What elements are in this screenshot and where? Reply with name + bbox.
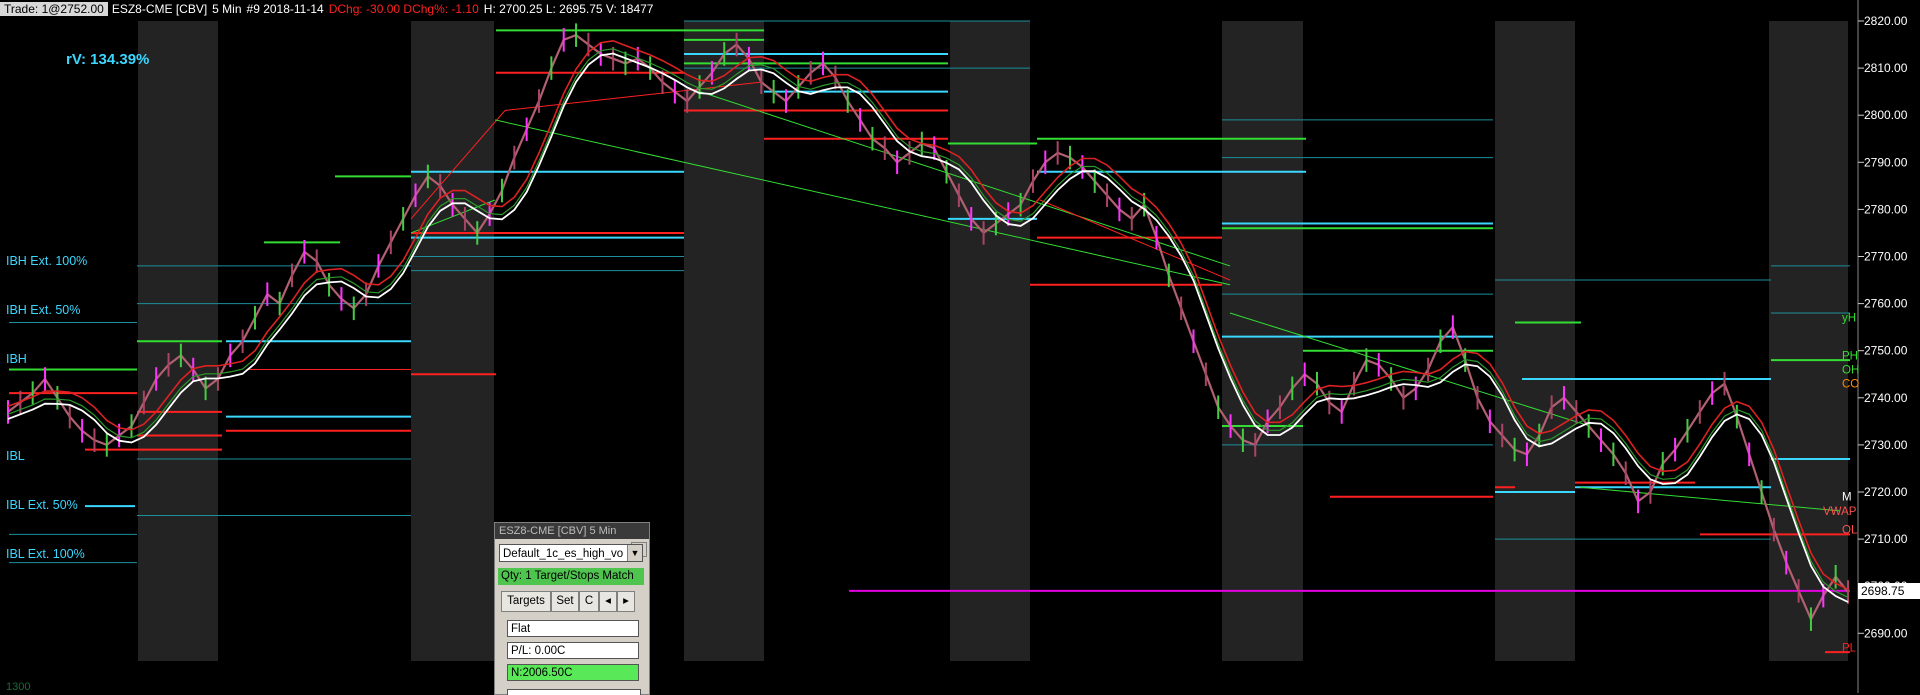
price-tick-label: 2790.00 <box>1864 155 1908 169</box>
price-tick-label: 2730.00 <box>1864 438 1908 452</box>
ibh-ext-50-label: IBH Ext. 50% <box>6 303 81 317</box>
position-field: Flat <box>507 620 639 637</box>
marker-m: M <box>1842 492 1852 504</box>
trade-window-title[interactable]: ESZ8-CME [CBV] 5 Min <box>495 523 649 539</box>
marker-vwap: VWAP <box>1823 506 1857 518</box>
price-tick-label: 2780.00 <box>1864 202 1908 216</box>
price-tick-label: 2710.00 <box>1864 532 1908 546</box>
tab-c[interactable]: C <box>579 591 599 612</box>
session-band <box>1222 21 1303 661</box>
symbol-label: ESZ8-CME [CBV] <box>111 2 208 16</box>
marker-ph: PH <box>1842 350 1858 362</box>
trade-profile-value: Default_1c_es_high_vo <box>503 548 624 560</box>
tab-scroll-right-icon[interactable]: ▸ <box>617 591 635 612</box>
price-tick-label: 2750.00 <box>1864 344 1908 358</box>
chevron-down-icon[interactable]: ▼ <box>627 545 642 561</box>
marker-yh: yH <box>1842 313 1856 325</box>
marker-oh: OH <box>1842 365 1859 377</box>
trend-line <box>1039 199 1231 281</box>
session-band <box>950 21 1030 661</box>
tab-scroll-left-icon[interactable]: ◂ <box>599 591 617 612</box>
chart-header: Trade: 1@2752.00 ESZ8-CME [CBV] 5 Min #9 20… <box>0 0 658 18</box>
price-tick-label: 2770.00 <box>1864 250 1908 264</box>
price-tick-label: 2820.00 <box>1864 14 1908 28</box>
tab-targets[interactable]: Targets <box>501 591 551 612</box>
ibl-ext-50-label: IBL Ext. 50% <box>6 498 78 512</box>
ibl-ext-100-label: IBL Ext. 100% <box>6 547 85 561</box>
marker-pl: PL <box>1842 642 1857 654</box>
price-tick-label: 2740.00 <box>1864 391 1908 405</box>
marker-co: CO <box>1842 379 1859 391</box>
price-tick-label: 2810.00 <box>1864 61 1908 75</box>
session-band <box>1495 21 1575 661</box>
interval-label: 5 Min <box>212 2 242 16</box>
trade-window[interactable]: ESZ8-CME [CBV] 5 Min ✕ Default_1c_es_hig… <box>494 522 650 695</box>
daily-change: DChg: -30.00 DChg%: -1.10 <box>328 2 479 16</box>
session-band <box>1769 21 1848 661</box>
trade-profile-select[interactable]: Default_1c_es_high_vo ▼ <box>499 544 643 562</box>
bottom-left-label: 1300 <box>6 681 31 693</box>
current-price-tag: 2698.75 <box>1858 583 1920 599</box>
price-tick-label: 2720.00 <box>1864 485 1908 499</box>
ibh-ext-100-label: IBH Ext. 100% <box>6 254 88 268</box>
price-chart[interactable]: 2820.00 2810.00 2800.00 2790.00 2780.00 2770.… <box>0 0 1920 693</box>
relative-volume-label: rV: 134.39% <box>66 51 150 68</box>
session-band <box>411 21 494 661</box>
trade-window-extra-field <box>507 689 641 695</box>
trend-lines <box>410 81 1841 512</box>
marker-ol: OL <box>1842 525 1858 537</box>
session-band <box>684 21 764 661</box>
bar-info: #9 2018-11-14 <box>246 2 324 16</box>
pnl-field: P/L: 0.00C <box>507 642 639 659</box>
ibh-label: IBH <box>6 352 27 366</box>
price-tick-label: 2760.00 <box>1864 297 1908 311</box>
ibl-label: IBL <box>6 449 25 463</box>
ohlc-readout: H: 2700.25 L: 2695.75 V: 18477 <box>483 2 654 16</box>
trade-status[interactable]: Trade: 1@2752.00 <box>0 2 108 16</box>
balance-field: N:2006.50C <box>507 664 639 681</box>
tab-set[interactable]: Set <box>551 591 579 612</box>
quantity-status: Qty: 1 Target/Stops Match <box>498 568 644 585</box>
price-tick-label: 2690.00 <box>1864 626 1908 640</box>
price-tick-label: 2800.00 <box>1864 108 1908 122</box>
